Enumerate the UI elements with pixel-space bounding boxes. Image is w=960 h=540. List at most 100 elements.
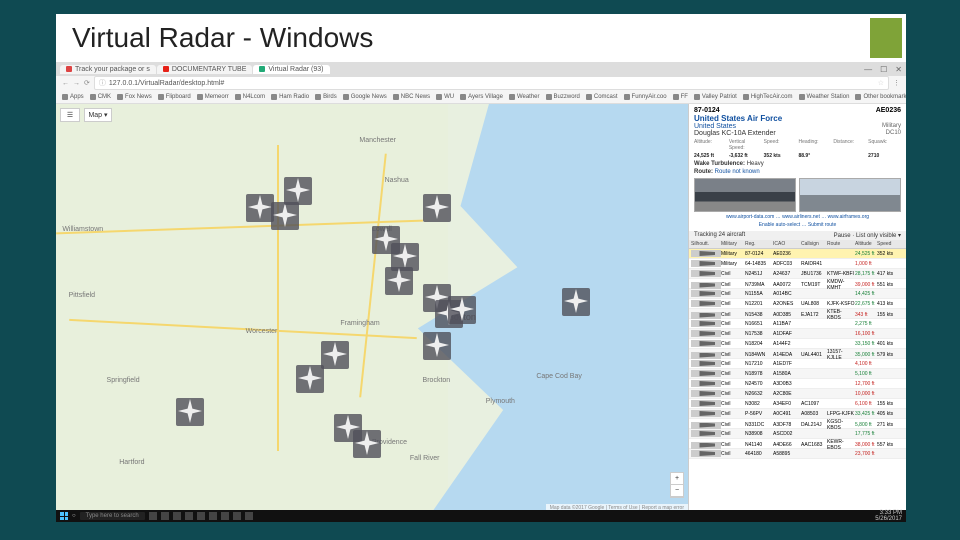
aircraft-row[interactable]: Military64-14835ADFC03RAIDR411,000 ft: [689, 259, 906, 269]
aircraft-photo[interactable]: [799, 178, 901, 212]
maximize-icon[interactable]: ☐: [880, 65, 887, 74]
taskbar-clock[interactable]: 3:33 PM5/26/2017: [875, 510, 902, 522]
detail-country: United States: [694, 123, 736, 130]
browser-tab[interactable]: Virtual Radar (93): [253, 65, 329, 74]
taskbar-app-icon[interactable]: [209, 512, 217, 520]
cortana-icon[interactable]: ○: [72, 513, 76, 519]
taskbar-app-icon[interactable]: [233, 512, 241, 520]
aircraft-marker[interactable]: [423, 332, 451, 360]
aircraft-row[interactable]: CivilN16651A11BA72,275 ft: [689, 319, 906, 329]
bookmark-item[interactable]: Ham Radio: [271, 94, 309, 100]
aircraft-row[interactable]: CivilN17210A1ED7F4,100 ft: [689, 359, 906, 369]
bookmark-item[interactable]: Apps: [62, 94, 84, 100]
bookmark-item[interactable]: Other bookmarks: [855, 94, 906, 100]
zoom-in-button[interactable]: +: [670, 473, 684, 485]
aircraft-row[interactable]: CivilN739MAAA0072TCM19TKMDW-KMHT39,000 f…: [689, 279, 906, 289]
bookmark-item[interactable]: Ayers Village: [460, 94, 503, 100]
taskbar-app-icon[interactable]: [221, 512, 229, 520]
bookmark-item[interactable]: HighTecAir.com: [743, 94, 793, 100]
aircraft-row[interactable]: Civil464180A5889523,700 ft: [689, 449, 906, 459]
list-column-header[interactable]: Silhoutt.: [691, 241, 721, 247]
map-menu-button[interactable]: ☰: [60, 108, 80, 122]
aircraft-marker[interactable]: [562, 288, 590, 316]
bookmark-item[interactable]: Comcast: [586, 94, 618, 100]
aircraft-marker[interactable]: [284, 177, 312, 205]
bookmark-star-icon[interactable]: ☆: [878, 79, 884, 87]
list-column-header[interactable]: Altitude: [855, 241, 877, 247]
reload-icon[interactable]: ⟳: [84, 79, 90, 87]
taskbar-app-icon[interactable]: [161, 512, 169, 520]
aircraft-marker[interactable]: [176, 398, 204, 426]
aircraft-row[interactable]: CivilN41140A4DE66AAC1683KEWR-EBOS38,000 …: [689, 439, 906, 449]
aircraft-row[interactable]: CivilN2451JA24637JBU1736KTWF-KBFI28,175 …: [689, 269, 906, 279]
bookmark-item[interactable]: WU: [436, 94, 454, 100]
list-column-header[interactable]: [903, 241, 906, 247]
aircraft-row[interactable]: CivilN38908ASCD0217,775 ft: [689, 429, 906, 439]
close-icon[interactable]: ✕: [895, 65, 902, 74]
bookmark-item[interactable]: NBC News: [393, 94, 430, 100]
info-icon[interactable]: ⓘ: [99, 78, 106, 88]
back-icon[interactable]: ←: [62, 80, 69, 87]
aircraft-marker[interactable]: [423, 194, 451, 222]
bookmark-item[interactable]: FunnyAir.coo: [624, 94, 667, 100]
aircraft-row[interactable]: Military87-0124AE023624,525 ft352 kts: [689, 249, 906, 259]
aircraft-row[interactable]: CivilN17538A1DFAF16,100 ft: [689, 329, 906, 339]
aircraft-row[interactable]: CivilN18978A1580A5,100 ft: [689, 369, 906, 379]
aircraft-marker[interactable]: [271, 202, 299, 230]
aircraft-marker[interactable]: [353, 430, 381, 458]
aircraft-row[interactable]: CivilN26632A2C80E10,000 ft: [689, 389, 906, 399]
map-type-button[interactable]: Map ▾: [84, 108, 112, 122]
list-column-header[interactable]: Military: [721, 241, 745, 247]
menu-icon[interactable]: ⋮: [893, 79, 900, 87]
aircraft-marker[interactable]: [246, 194, 274, 222]
bookmark-item[interactable]: CMK: [90, 94, 111, 100]
aircraft-marker[interactable]: [448, 296, 476, 324]
bookmark-item[interactable]: N4Lcom: [235, 94, 265, 100]
zoom-out-button[interactable]: −: [670, 485, 684, 497]
aircraft-row[interactable]: CivilN1155AA014BC14,425 ft: [689, 289, 906, 299]
bookmark-item[interactable]: Weather Station: [799, 94, 850, 100]
detail-links[interactable]: Enable auto-select … Submit route: [694, 222, 901, 228]
aircraft-row[interactable]: CivilP-56PVA0C491A08503LFPG-KJFK33,425 f…: [689, 409, 906, 419]
aircraft-row[interactable]: CivilN3082A34EF0AC10976,100 ft155 kts: [689, 399, 906, 409]
aircraft-marker[interactable]: [321, 341, 349, 369]
list-column-header[interactable]: Speed: [877, 241, 903, 247]
aircraft-row[interactable]: CivilN184WNA14EDAUAL440113157-KJLLE35,00…: [689, 349, 906, 359]
bookmark-item[interactable]: Valley Patriot: [694, 94, 737, 100]
list-column-header[interactable]: Route: [827, 241, 855, 247]
taskbar-search[interactable]: Type here to search: [80, 512, 145, 520]
bookmark-item[interactable]: Fox News: [117, 94, 152, 100]
forward-icon[interactable]: →: [73, 80, 80, 87]
browser-tab[interactable]: DOCUMENTARY TUBE: [157, 65, 253, 74]
aircraft-row[interactable]: CivilN18204A144F233,150 ft401 kts: [689, 339, 906, 349]
url-input[interactable]: ⓘ 127.0.0.1/VirtualRadar/desktop.html# ☆: [94, 76, 889, 90]
aircraft-marker[interactable]: [296, 365, 324, 393]
taskbar-app-icon[interactable]: [173, 512, 181, 520]
aircraft-row[interactable]: CivilN331DCA3DF78DAL214JKGSO-KBOS5,800 f…: [689, 419, 906, 429]
map-panel[interactable]: ManchesterNashuaLowellBostonFraminghamWo…: [56, 104, 688, 512]
taskbar-app-icon[interactable]: [149, 512, 157, 520]
bookmark-item[interactable]: Weather: [509, 94, 540, 100]
aircraft-row[interactable]: CivilN12201A2ONESUAL808KJFK-KSFO22,675 f…: [689, 299, 906, 309]
start-icon[interactable]: [60, 512, 68, 520]
taskbar-app-icon[interactable]: [185, 512, 193, 520]
bookmark-item[interactable]: Flipboard: [158, 94, 191, 100]
aircraft-marker[interactable]: [385, 267, 413, 295]
pause-link[interactable]: Pause · List only visible ▾: [834, 232, 901, 239]
taskbar-app-icon[interactable]: [245, 512, 253, 520]
taskbar-app-icon[interactable]: [197, 512, 205, 520]
aircraft-row[interactable]: CivilN24570A3D0B312,700 ft: [689, 379, 906, 389]
aircraft-row[interactable]: CivilN15438A0D385EJA172KTEB-KBOS343 ft15…: [689, 309, 906, 319]
bookmark-item[interactable]: Memeorr: [197, 94, 229, 100]
bookmark-item[interactable]: Birds: [315, 94, 337, 100]
browser-tab[interactable]: Track your package or s: [60, 65, 156, 74]
minimize-icon[interactable]: —: [864, 65, 872, 74]
bookmark-item[interactable]: Buzzword: [546, 94, 580, 100]
list-column-header[interactable]: Callsign: [801, 241, 827, 247]
list-column-header[interactable]: ICAO: [773, 241, 801, 247]
list-column-header[interactable]: Reg.: [745, 241, 773, 247]
aircraft-photo[interactable]: [694, 178, 796, 212]
detail-links[interactable]: www.airport-data.com … www.airliners.net…: [694, 214, 901, 220]
bookmark-item[interactable]: FF: [673, 94, 688, 100]
bookmark-item[interactable]: Google News: [343, 94, 387, 100]
